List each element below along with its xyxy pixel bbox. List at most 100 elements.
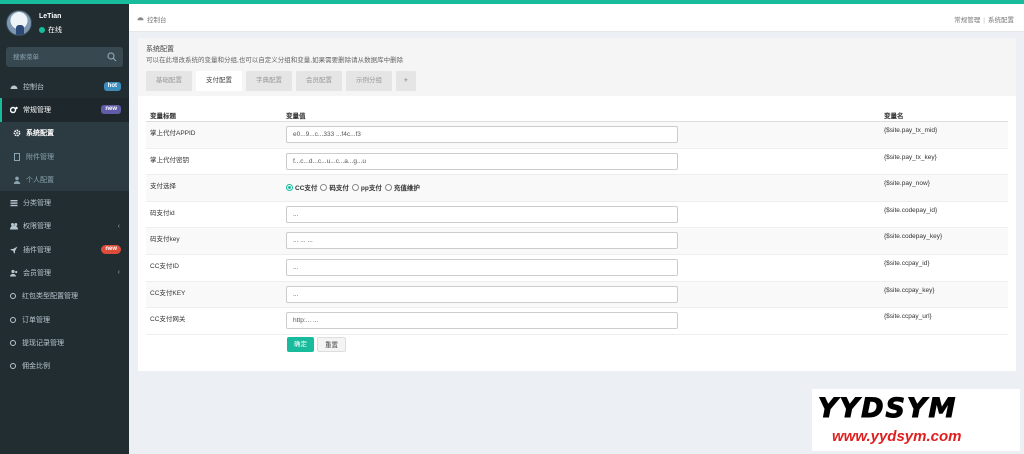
search-icon[interactable] [107, 52, 117, 62]
circle-icon [10, 363, 16, 370]
confirm-button[interactable]: 确定 [287, 337, 314, 352]
table-header: 变量标题 变量值 变量名 [146, 106, 1008, 122]
row-varname: {$site.codepay_key} [884, 233, 943, 241]
codepay-id-input[interactable] [286, 205, 678, 223]
sidebar-item-general[interactable]: 常规管理 new [0, 98, 129, 122]
new-badge: new [101, 105, 121, 115]
radio-unchecked-icon [351, 183, 359, 191]
tab-basic[interactable]: 基础配置 [146, 71, 192, 91]
search-input[interactable] [6, 47, 96, 67]
panel-header: 系统配置 可以在此增改系统的变量和分组,也可以自定义分组和变量,如果需要删除请从… [138, 38, 1016, 96]
main-content: 控制台 常规管理 | 系统配置 系统配置 可以在此增改系统的变量和分组,也可以自定义… [129, 4, 1024, 454]
table-row: 码支付id {$site.codepay_id} [146, 202, 1008, 229]
breadcrumb-system-config[interactable]: 系统配置 [988, 17, 1014, 24]
file-icon [13, 152, 21, 161]
breadcrumb-separator: | [983, 17, 985, 24]
header-title: 变量标题 [150, 113, 176, 120]
users-icon [10, 269, 18, 277]
user-status: 在线 [39, 25, 62, 35]
table-row: 码支付key {$site.codepay_key} [146, 228, 1008, 255]
sidebar-item-redpacket[interactable]: 红包类型配置管理 [0, 285, 129, 308]
sidebar-item-commission[interactable]: 佣金比例 [0, 355, 129, 378]
breadcrumb-path: 常规管理 | 系统配置 [954, 14, 1014, 24]
form-actions: 确定 重置 [287, 337, 346, 352]
circle-icon [10, 316, 16, 323]
hot-badge: hot [103, 82, 121, 91]
breadcrumb-home[interactable]: 控制台 [147, 14, 167, 24]
circle-icon [10, 339, 16, 346]
radio-unchecked-icon [384, 183, 392, 191]
new-badge: new [101, 245, 121, 255]
avatar[interactable] [6, 10, 32, 36]
row-varname: {$site.pay_tx_key} [884, 153, 937, 161]
sidebar-search [6, 47, 123, 67]
watermark-logo: YYDSYM www.yydsym.com [812, 389, 1020, 451]
user-icon [13, 176, 21, 184]
watermark-url: www.yydsym.com [832, 428, 962, 445]
user-name: LeTian [39, 13, 62, 20]
sidebar-item-label: 常规管理 [23, 106, 51, 114]
user-panel: LeTian 在线 [0, 4, 129, 44]
codepay-key-input[interactable] [286, 232, 678, 250]
watermark-title: YYDSYM [817, 393, 958, 425]
radio-codepay[interactable]: 码支付 [320, 182, 349, 192]
tab-payment[interactable]: 支付配置 [196, 71, 242, 91]
row-title: 支付选择 [150, 183, 176, 191]
group-icon [10, 222, 18, 230]
gear-icon [13, 129, 21, 137]
pay-method-radio-group: CC支付 码支付 pp支付 充值维护 [286, 182, 423, 192]
sidebar-item-attachments[interactable]: 附件管理 [0, 144, 129, 169]
sidebar-item-members[interactable]: 会员管理 ‹ [0, 261, 129, 284]
row-varname: {$site.pay_now} [884, 180, 930, 188]
row-varname: {$site.ccpay_id} [884, 259, 930, 267]
ccpay-id-input[interactable] [286, 258, 678, 276]
sidebar-item-permission[interactable]: 权限管理 ‹ [0, 215, 129, 238]
header-value: 变量值 [286, 113, 306, 120]
panel-title: 系统配置 [146, 46, 174, 53]
appid-input[interactable] [286, 126, 678, 143]
row-title: CC支付网关 [150, 316, 186, 324]
radio-maintenance[interactable]: 充值维护 [384, 182, 420, 192]
row-title: CC支付ID [150, 262, 179, 270]
radio-checked-icon [286, 183, 293, 191]
sidebar-item-orders[interactable]: 订单管理 [0, 308, 129, 331]
panel-description: 可以在此增改系统的变量和分组,也可以自定义分组和变量,如果需要删除请从数据库中删… [146, 57, 404, 64]
sidebar-item-label: 系统配置 [26, 130, 54, 138]
add-tab-button[interactable]: + [396, 71, 416, 91]
sidebar-item-plugins[interactable]: 插件管理 new [0, 238, 129, 261]
header-name: 变量名 [884, 113, 904, 120]
sidebar-item-label: 订单管理 [22, 316, 50, 324]
radio-pp[interactable]: pp支付 [351, 182, 382, 192]
table-row: 掌上代付APPID {$site.pay_tx_mid} [146, 122, 1008, 149]
ccpay-key-input[interactable] [286, 285, 678, 303]
sidebar: LeTian 在线 控制台 hot 常规管理 new 系统配置 附件管理 [0, 4, 129, 454]
row-varname: {$site.pay_tx_mid} [884, 127, 938, 134]
tab-example[interactable]: 示例分组 [346, 71, 392, 91]
config-tabs: 基础配置 支付配置 字典配置 会员配置 示例分组 + [146, 71, 416, 91]
row-varname: {$site.ccpay_key} [884, 286, 935, 294]
table-row: CC支付ID {$site.ccpay_id} [146, 255, 1008, 282]
sidebar-item-dashboard[interactable]: 控制台 hot [0, 75, 129, 98]
sidebar-item-profile[interactable]: 个人配置 [0, 168, 129, 192]
sidebar-item-label: 提现记录管理 [22, 339, 64, 347]
sidebar-item-label: 权限管理 [23, 223, 51, 231]
user-status-text: 在线 [48, 27, 62, 34]
table-row: CC支付网关 {$site.ccpay_url} [146, 308, 1008, 335]
reset-button[interactable]: 重置 [317, 337, 346, 352]
tab-member[interactable]: 会员配置 [296, 71, 342, 91]
breadcrumb-general[interactable]: 常规管理 [954, 17, 980, 24]
tab-dictionary[interactable]: 字典配置 [246, 71, 292, 91]
breadcrumb: 控制台 [137, 14, 167, 24]
row-title: 掌上代付密钥 [150, 156, 189, 164]
sidebar-item-label: 红包类型配置管理 [22, 293, 78, 301]
secret-input[interactable] [286, 152, 678, 170]
sidebar-item-label: 会员管理 [23, 270, 51, 278]
sidebar-item-withdrawals[interactable]: 提现记录管理 [0, 331, 129, 354]
config-table: 掌上代付APPID {$site.pay_tx_mid} 掌上代付密钥 {$si… [146, 122, 1008, 335]
sidebar-item-system-config[interactable]: 系统配置 [0, 121, 129, 145]
sidebar-item-label: 佣金比例 [22, 363, 50, 371]
radio-cc[interactable]: CC支付 [286, 182, 317, 192]
chevron-left-icon: ‹ [117, 222, 120, 230]
sidebar-item-category[interactable]: 分类管理 [0, 191, 129, 214]
ccpay-url-input[interactable] [286, 312, 678, 330]
